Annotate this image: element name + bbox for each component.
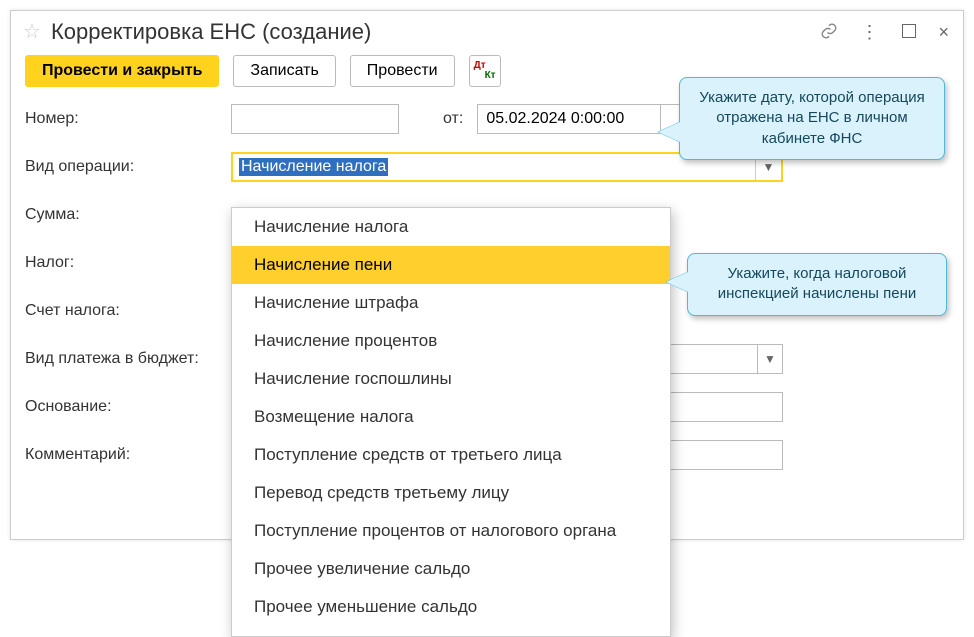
op-type-option[interactable]: Поступление процентов от налогового орга… bbox=[232, 512, 670, 550]
kt-label: Кт bbox=[485, 71, 496, 81]
number-input[interactable] bbox=[231, 104, 399, 134]
title-actions: ⋮ × bbox=[820, 22, 949, 43]
label-date-from: от: bbox=[443, 110, 463, 128]
more-menu-icon[interactable]: ⋮ bbox=[860, 23, 880, 41]
window-title: Корректировка ЕНС (создание) bbox=[51, 19, 371, 45]
label-comment: Комментарий: bbox=[25, 446, 231, 464]
post-and-close-button[interactable]: Провести и закрыть bbox=[25, 55, 219, 87]
date-input[interactable] bbox=[477, 104, 661, 134]
dt-label: Дт bbox=[474, 61, 486, 71]
op-type-dropdown: Начисление налогаНачисление пениНачислен… bbox=[231, 207, 671, 637]
op-type-value: Начисление налога bbox=[233, 154, 755, 180]
save-button[interactable]: Записать bbox=[233, 55, 335, 87]
callout-tail-icon bbox=[658, 122, 680, 142]
op-type-option[interactable]: Начисление штрафа bbox=[232, 284, 670, 322]
pay-kind-chevron-down-icon[interactable]: ▼ bbox=[757, 344, 783, 374]
label-tax: Налог: bbox=[25, 254, 231, 272]
label-number: Номер: bbox=[25, 110, 231, 128]
dtkt-button[interactable]: Дт Кт bbox=[469, 55, 501, 87]
titlebar: ☆ Корректировка ЕНС (создание) ⋮ × bbox=[11, 11, 963, 55]
maximize-icon[interactable] bbox=[902, 23, 916, 41]
op-type-option[interactable]: Поступление средств от третьего лица bbox=[232, 436, 670, 474]
op-type-option[interactable]: Начисление госпошлины bbox=[232, 360, 670, 398]
op-type-option[interactable]: Прочее увеличение сальдо bbox=[232, 550, 670, 588]
label-op-type: Вид операции: bbox=[25, 158, 231, 176]
label-tax-account: Счет налога: bbox=[25, 302, 231, 320]
op-type-option[interactable]: Начисление процентов bbox=[232, 322, 670, 360]
close-icon[interactable]: × bbox=[938, 23, 949, 41]
label-sum: Сумма: bbox=[25, 206, 231, 224]
post-button[interactable]: Провести bbox=[350, 55, 455, 87]
callout-op-type-hint: Укажите, когда налоговой инспекцией начи… bbox=[687, 253, 947, 316]
callout-date-hint: Укажите дату, которой операция отражена … bbox=[679, 77, 945, 160]
op-type-option[interactable]: Перевод средств третьему лицу bbox=[232, 474, 670, 512]
op-type-option[interactable]: Начисление пени bbox=[232, 246, 670, 284]
op-type-option[interactable]: Начисление налога bbox=[232, 208, 670, 246]
op-type-option[interactable]: Возмещение налога bbox=[232, 398, 670, 436]
label-basis: Основание: bbox=[25, 398, 231, 416]
callout-tail-icon bbox=[666, 272, 688, 292]
link-icon[interactable] bbox=[820, 22, 838, 43]
op-type-option[interactable]: Прочее уменьшение сальдо bbox=[232, 588, 670, 626]
window: ☆ Корректировка ЕНС (создание) ⋮ × Прове… bbox=[10, 10, 964, 540]
favorite-star-icon[interactable]: ☆ bbox=[23, 22, 41, 42]
label-pay-kind: Вид платежа в бюджет: bbox=[25, 350, 231, 368]
